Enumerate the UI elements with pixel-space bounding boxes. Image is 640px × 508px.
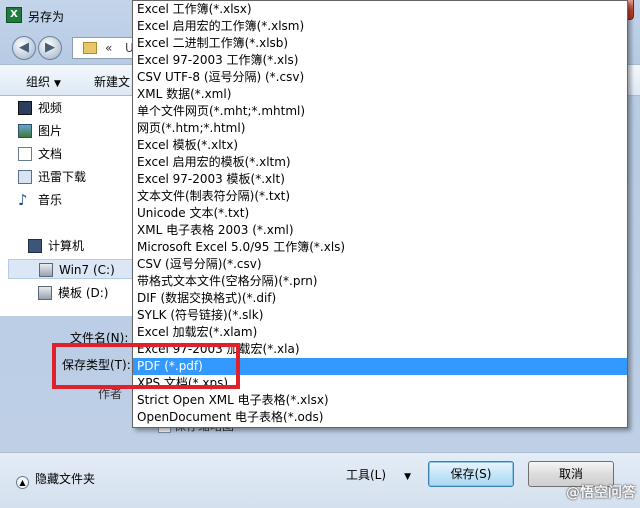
savetype-label: 保存类型(T): bbox=[62, 358, 131, 372]
computer-icon bbox=[28, 239, 42, 253]
save-as-dialog: X 另存为 ✕ ◀ ▶ « Us 组织▼ 新建文 视频 图片 文档 bbox=[0, 0, 640, 508]
dropdown-option[interactable]: Excel 97-2003 模板(*.xlt) bbox=[133, 171, 627, 188]
nav-item-label: 模板 (D:) bbox=[58, 286, 109, 300]
download-folder-icon bbox=[18, 170, 32, 184]
nav-item-documents[interactable]: 文档 bbox=[18, 144, 63, 164]
dropdown-option[interactable]: XPS 文档(*.xps) bbox=[133, 375, 627, 392]
dropdown-option[interactable]: Microsoft Excel 5.0/95 工作簿(*.xls) bbox=[133, 239, 627, 256]
dropdown-option[interactable]: CSV (逗号分隔)(*.csv) bbox=[133, 256, 627, 273]
dropdown-option[interactable]: Excel 二进制工作簿(*.xlsb) bbox=[133, 35, 627, 52]
nav-item-drive-c[interactable]: Win7 (C:) bbox=[8, 259, 134, 279]
dropdown-option[interactable]: SYLK (符号链接)(*.slk) bbox=[133, 307, 627, 324]
bottom-bar: ▲ 隐藏文件夹 工具(L) ▼ 保存(S) 取消 @悟空问答 bbox=[0, 452, 640, 508]
address-chevron: « bbox=[105, 41, 113, 55]
video-icon bbox=[18, 101, 32, 115]
nav-item-videos[interactable]: 视频 bbox=[18, 98, 63, 118]
new-folder-button[interactable]: 新建文 bbox=[94, 73, 130, 90]
save-button[interactable]: 保存(S) bbox=[428, 461, 514, 487]
chevron-down-icon: ▼ bbox=[404, 472, 411, 482]
nav-item-label: 视频 bbox=[38, 101, 63, 115]
organize-label: 组织 bbox=[26, 75, 51, 89]
dropdown-option[interactable]: Excel 97-2003 工作簿(*.xls) bbox=[133, 52, 627, 69]
excel-app-icon: X bbox=[6, 7, 22, 23]
navigation-pane: 视频 图片 文档 迅雷下载 ♪ 音乐 计算机 Win7 (C:) 模板 (D:) bbox=[0, 96, 134, 316]
nav-item-label: 计算机 bbox=[48, 239, 85, 253]
nav-item-label: 图片 bbox=[38, 124, 63, 138]
dropdown-option[interactable]: PDF (*.pdf) bbox=[133, 358, 627, 375]
drive-icon bbox=[39, 263, 53, 277]
dropdown-option[interactable]: XML 数据(*.xml) bbox=[133, 86, 627, 103]
hide-folders-button[interactable]: ▲ 隐藏文件夹 bbox=[16, 470, 95, 489]
dropdown-option[interactable]: 网页(*.htm;*.html) bbox=[133, 120, 627, 137]
nav-item-computer[interactable]: 计算机 bbox=[28, 236, 85, 256]
nav-item-xunlei-downloads[interactable]: 迅雷下载 bbox=[18, 167, 87, 187]
nav-item-label: 文档 bbox=[38, 147, 63, 161]
nav-item-drive-d[interactable]: 模板 (D:) bbox=[38, 283, 109, 303]
chevron-up-icon: ▲ bbox=[16, 476, 29, 489]
back-button[interactable]: ◀ bbox=[12, 36, 36, 60]
dropdown-option[interactable]: Strict Open XML 电子表格(*.xlsx) bbox=[133, 392, 627, 409]
dropdown-option[interactable]: Excel 启用宏的模板(*.xltm) bbox=[133, 154, 627, 171]
drive-icon bbox=[38, 286, 52, 300]
chevron-down-icon: ▼ bbox=[54, 79, 61, 89]
dropdown-option[interactable]: Excel 工作簿(*.xlsx) bbox=[133, 1, 627, 18]
authors-label: 作者 bbox=[98, 387, 123, 401]
nav-item-label: 迅雷下载 bbox=[38, 170, 87, 184]
music-icon: ♪ bbox=[18, 191, 28, 209]
nav-item-label: 音乐 bbox=[38, 193, 63, 207]
dropdown-option[interactable]: DIF (数据交换格式)(*.dif) bbox=[133, 290, 627, 307]
dropdown-option[interactable]: Excel 加载宏(*.xlam) bbox=[133, 324, 627, 341]
dropdown-option[interactable]: 带格式文本文件(空格分隔)(*.prn) bbox=[133, 273, 627, 290]
dropdown-option[interactable]: Excel 97-2003 加载宏(*.xla) bbox=[133, 341, 627, 358]
dropdown-option[interactable]: OpenDocument 电子表格(*.ods) bbox=[133, 409, 627, 426]
dropdown-option[interactable]: CSV UTF-8 (逗号分隔) (*.csv) bbox=[133, 69, 627, 86]
file-type-dropdown-list[interactable]: Excel 工作簿(*.xlsx) Excel 启用宏的工作簿(*.xlsm) Ex… bbox=[132, 0, 628, 428]
nav-item-label: Win7 (C:) bbox=[59, 263, 115, 277]
dropdown-option[interactable]: 单个文件网页(*.mht;*.mhtml) bbox=[133, 103, 627, 120]
nav-item-pictures[interactable]: 图片 bbox=[18, 121, 63, 141]
folder-icon bbox=[83, 42, 97, 54]
dropdown-option[interactable]: Excel 模板(*.xltx) bbox=[133, 137, 627, 154]
tools-label: 工具(L) bbox=[346, 468, 387, 482]
watermark: @悟空问答 bbox=[566, 485, 636, 501]
dropdown-option[interactable]: Excel 启用宏的工作簿(*.xlsm) bbox=[133, 18, 627, 35]
window-title: 另存为 bbox=[28, 10, 65, 24]
filename-label: 文件名(N): bbox=[70, 331, 129, 345]
dropdown-option[interactable]: Unicode 文本(*.txt) bbox=[133, 205, 627, 222]
forward-button[interactable]: ▶ bbox=[38, 36, 62, 60]
dropdown-option[interactable]: XML 电子表格 2003 (*.xml) bbox=[133, 222, 627, 239]
picture-icon bbox=[18, 124, 32, 138]
dropdown-option[interactable]: 文本文件(制表符分隔)(*.txt) bbox=[133, 188, 627, 205]
document-icon bbox=[18, 147, 32, 161]
nav-item-music[interactable]: ♪ 音乐 bbox=[18, 190, 63, 210]
hide-folders-label: 隐藏文件夹 bbox=[35, 472, 96, 486]
organize-button[interactable]: 组织 ▼ bbox=[26, 73, 61, 90]
tools-button[interactable]: 工具(L) ▼ bbox=[346, 466, 411, 483]
